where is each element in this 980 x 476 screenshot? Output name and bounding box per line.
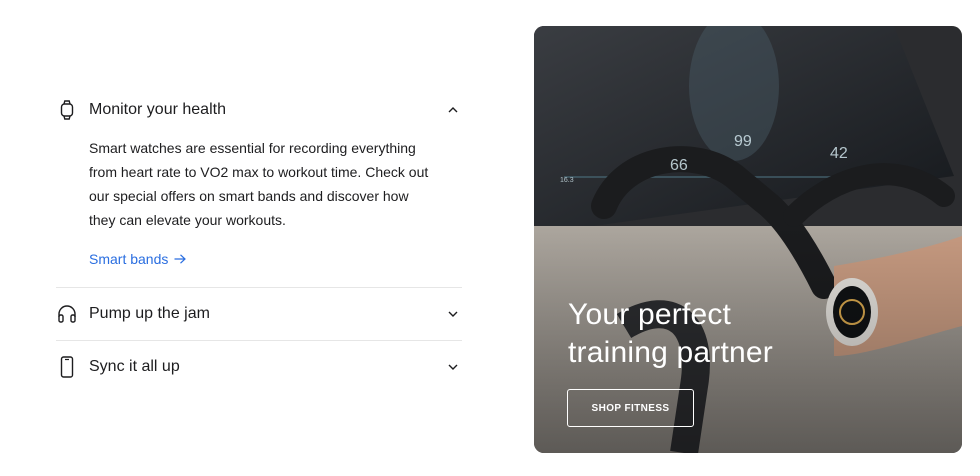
screen-readout: 66 bbox=[670, 157, 688, 174]
promo-headline: Your perfect training partner bbox=[568, 296, 773, 372]
smart-bands-link[interactable]: Smart bands bbox=[89, 251, 187, 267]
chevron-down-icon[interactable] bbox=[446, 360, 460, 374]
accordion-header-monitor-health[interactable]: Monitor your health bbox=[56, 88, 462, 132]
feature-accordion: Monitor your health Smart watches are es… bbox=[56, 88, 462, 393]
smart-bands-link-label: Smart bands bbox=[89, 251, 169, 267]
promo-headline-line-2: training partner bbox=[568, 336, 773, 369]
shop-fitness-button[interactable]: SHOP FITNESS bbox=[567, 389, 694, 427]
promo-headline-line-1: Your perfect bbox=[568, 298, 732, 331]
accordion-panel-monitor-health: Smart watches are essential for recordin… bbox=[56, 136, 462, 287]
accordion-body-text: Smart watches are essential for recordin… bbox=[89, 140, 429, 228]
accordion-header-pump-up[interactable]: Pump up the jam bbox=[56, 288, 462, 340]
headphones-icon bbox=[56, 303, 78, 325]
screen-readout: 16.3 bbox=[560, 177, 574, 184]
accordion-item-pump-up: Pump up the jam bbox=[56, 288, 462, 341]
chevron-down-icon[interactable] bbox=[446, 307, 460, 321]
chevron-up-icon[interactable] bbox=[446, 103, 460, 117]
smartwatch-icon bbox=[56, 99, 78, 121]
arrow-right-icon bbox=[174, 254, 187, 264]
accordion-header-sync[interactable]: Sync it all up bbox=[56, 341, 462, 393]
accordion-title: Monitor your health bbox=[89, 101, 226, 118]
accordion-title: Pump up the jam bbox=[89, 305, 210, 322]
accordion-item-monitor-health: Monitor your health Smart watches are es… bbox=[56, 88, 462, 288]
fitness-promo-banner: 66 99 42 16.3 Your perfect training part… bbox=[534, 26, 962, 453]
accordion-title: Sync it all up bbox=[89, 358, 180, 375]
screen-readout: 42 bbox=[830, 145, 848, 162]
screen-readout: 99 bbox=[734, 133, 752, 150]
smartphone-icon bbox=[56, 356, 78, 378]
accordion-item-sync: Sync it all up bbox=[56, 341, 462, 393]
